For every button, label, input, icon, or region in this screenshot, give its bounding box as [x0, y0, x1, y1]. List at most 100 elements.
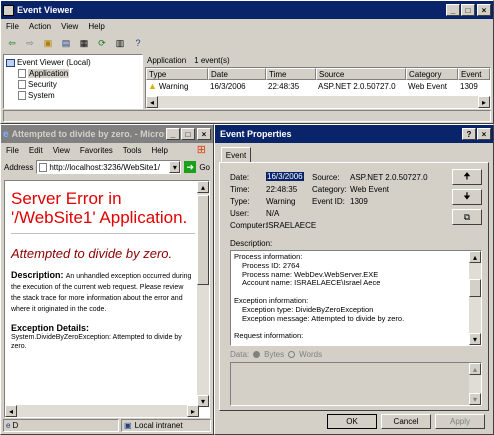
log-icon	[18, 91, 26, 100]
address-input[interactable]: http://localhost:3236/WebSite1/ ▾	[36, 160, 182, 174]
description-vscrollbar[interactable]: ▴ ▾	[469, 251, 481, 345]
tree-root-label: Event Viewer (Local)	[17, 58, 91, 67]
tree-item-system[interactable]: System	[6, 90, 140, 101]
scroll-down-button[interactable]: ▾	[469, 333, 481, 345]
col-type[interactable]: Type	[146, 68, 208, 80]
list-columns: Type Date Time Source Category Event	[146, 68, 490, 80]
computer-label: Computer:	[230, 221, 268, 230]
browser-window: e Attempted to divide by zero. - Micros.…	[0, 124, 214, 435]
properties-icon[interactable]: ▦	[77, 37, 91, 50]
log-icon	[18, 80, 26, 89]
data-vscrollbar[interactable]: ▴ ▾	[469, 363, 481, 405]
export-icon[interactable]: ▥	[113, 37, 127, 50]
data-box[interactable]: ▴ ▾	[230, 362, 482, 406]
ok-button[interactable]: OK	[327, 414, 377, 429]
menu-help[interactable]: Help	[146, 146, 172, 155]
close-button[interactable]: ×	[477, 128, 491, 140]
menu-view[interactable]: View	[56, 22, 83, 31]
scroll-right-button[interactable]: ▸	[187, 405, 199, 417]
address-dropdown-button[interactable]: ▾	[169, 161, 181, 173]
event-viewer-titlebar[interactable]: Event Viewer _ □ ×	[1, 1, 493, 19]
event-list: Type Date Time Source Category Event ▲ W…	[145, 67, 491, 109]
user-label: User:	[230, 209, 250, 218]
list-header-bar: Application 1 event(s)	[145, 54, 491, 67]
words-radio[interactable]	[288, 351, 296, 358]
close-button[interactable]: ×	[197, 128, 211, 140]
col-date[interactable]: Date	[208, 68, 266, 80]
user-value: N/A	[266, 209, 280, 218]
scroll-left-button[interactable]: ◂	[146, 96, 158, 108]
go-arrow-icon[interactable]: ➜	[184, 161, 197, 173]
list-hscrollbar[interactable]: ◂ ▸	[146, 96, 490, 108]
menu-file[interactable]: File	[1, 22, 24, 31]
exception-text: System.DivideByZeroException: Attempted …	[11, 334, 182, 350]
error-heading: Server Error in '/WebSite1' Application.	[11, 189, 188, 227]
scroll-up-button[interactable]: ▴	[469, 363, 481, 375]
col-source[interactable]: Source	[316, 68, 406, 80]
address-label: Address	[4, 162, 34, 172]
data-label: Data:	[230, 350, 250, 359]
browser-hscrollbar[interactable]: ◂ ▸	[5, 405, 199, 417]
log-icon	[18, 69, 26, 78]
list-pane: Application 1 event(s) Type Date Time So…	[145, 54, 491, 109]
tree-item-application[interactable]: Application	[6, 68, 140, 79]
bytes-radio[interactable]	[253, 351, 261, 358]
tab-event[interactable]: Event	[221, 147, 251, 162]
browser-titlebar[interactable]: e Attempted to divide by zero. - Micros.…	[1, 125, 213, 143]
list-count: 1 event(s)	[194, 56, 230, 65]
browser-vscrollbar[interactable]: ▴ ▾	[197, 181, 209, 407]
table-row[interactable]: ▲ Warning 16/3/2006 22:48:35 ASP.NET 2.0…	[146, 80, 490, 92]
scroll-thumb[interactable]	[197, 195, 209, 285]
description-line: Request information:	[234, 331, 304, 341]
copy-button[interactable]: ⧉	[452, 209, 482, 225]
error-subheading: Attempted to divide by zero.	[11, 246, 173, 261]
tree-item-security[interactable]: Security	[6, 79, 140, 90]
type-value: Warning	[266, 197, 296, 206]
event-viewer-toolbar: ⇦ ⇨ ▣ ▤ ▦ ⟳ ▥ ?	[1, 34, 493, 52]
minimize-button[interactable]: _	[446, 4, 460, 16]
menu-help[interactable]: Help	[83, 22, 109, 31]
page-done-icon: e	[6, 420, 11, 430]
tree-root[interactable]: Event Viewer (Local)	[6, 57, 140, 68]
description-box[interactable]: Process information: Process ID: 2764 Pr…	[230, 250, 482, 346]
close-button[interactable]: ×	[477, 4, 491, 16]
minimize-button[interactable]: _	[166, 128, 180, 140]
scroll-right-button[interactable]: ▸	[478, 96, 490, 108]
cell-event: 1309	[460, 81, 478, 91]
help-button[interactable]: ?	[462, 128, 476, 140]
menu-edit[interactable]: Edit	[24, 146, 48, 155]
maximize-button[interactable]: □	[181, 128, 195, 140]
tree-item-label: System	[28, 91, 55, 100]
scroll-up-button[interactable]: ▴	[197, 181, 209, 193]
apply-button[interactable]: Apply	[435, 414, 485, 429]
address-bar: Address http://localhost:3236/WebSite1/ …	[1, 158, 213, 176]
scroll-up-button[interactable]: ▴	[469, 251, 481, 263]
status-text: D	[12, 420, 19, 430]
refresh-icon[interactable]: ⟳	[95, 37, 109, 50]
show-tree-icon[interactable]: ▤	[59, 37, 73, 50]
up-folder-icon[interactable]: ▣	[41, 37, 55, 50]
next-event-button[interactable]: 🠋	[452, 189, 482, 205]
go-label[interactable]: Go	[199, 163, 210, 172]
cancel-button[interactable]: Cancel	[381, 414, 431, 429]
dialog-titlebar[interactable]: Event Properties ? ×	[215, 125, 493, 143]
previous-event-button[interactable]: 🠉	[452, 169, 482, 185]
menu-action[interactable]: Action	[24, 22, 56, 31]
maximize-button[interactable]: □	[461, 4, 475, 16]
scroll-thumb[interactable]	[469, 279, 481, 297]
help-icon[interactable]: ?	[131, 37, 145, 50]
menu-view[interactable]: View	[48, 146, 75, 155]
menu-file[interactable]: File	[1, 146, 24, 155]
scroll-down-button[interactable]: ▾	[469, 393, 481, 405]
col-event[interactable]: Event	[458, 68, 490, 80]
back-arrow-icon[interactable]: ⇦	[5, 37, 19, 50]
tab-event-label: Event	[225, 150, 247, 160]
col-time[interactable]: Time	[266, 68, 316, 80]
col-category[interactable]: Category	[406, 68, 458, 80]
type-label: Type:	[230, 197, 250, 206]
description-label: Description:	[230, 239, 273, 248]
menu-favorites[interactable]: Favorites	[75, 146, 118, 155]
forward-arrow-icon[interactable]: ⇨	[23, 37, 37, 50]
menu-tools[interactable]: Tools	[118, 146, 147, 155]
scroll-left-button[interactable]: ◂	[5, 405, 17, 417]
